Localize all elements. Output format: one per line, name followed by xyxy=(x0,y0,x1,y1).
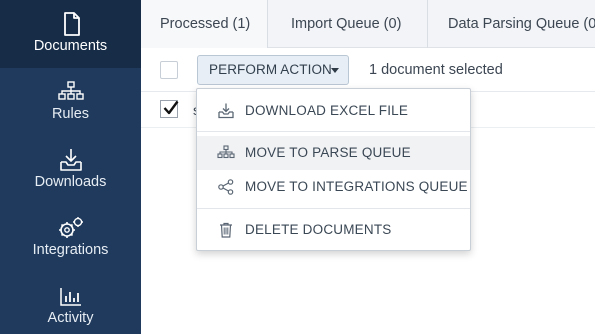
document-icon xyxy=(55,10,87,38)
share-icon xyxy=(217,178,235,196)
menu-divider xyxy=(197,208,470,209)
select-all-checkbox[interactable] xyxy=(160,61,178,79)
menu-item-label: MOVE TO PARSE QUEUE xyxy=(245,145,411,160)
sidebar-item-label: Integrations xyxy=(32,242,109,258)
tab-label: Processed (1) xyxy=(160,16,251,32)
tab-label: Data Parsing Queue (0 xyxy=(448,16,595,32)
download-icon xyxy=(217,102,235,120)
selection-count: 1 document selected xyxy=(369,62,503,78)
tab-import-queue[interactable]: Import Queue (0) xyxy=(268,0,427,48)
menu-item-download-excel[interactable]: DOWNLOAD EXCEL FILE xyxy=(197,94,470,128)
sidebar-item-label: Rules xyxy=(51,106,90,122)
menu-item-move-to-integrations-queue[interactable]: MOVE TO INTEGRATIONS QUEUE xyxy=(197,170,470,204)
perform-action-label: PERFORM ACTION xyxy=(209,62,332,77)
check-icon xyxy=(163,100,179,115)
tab-data-parsing-queue[interactable]: Data Parsing Queue (0 xyxy=(428,0,595,48)
gears-icon xyxy=(55,214,87,242)
menu-item-label: DELETE DOCUMENTS xyxy=(245,222,392,237)
sidebar: Documents Rules Downloads Integrations A… xyxy=(0,0,141,334)
download-tray-icon xyxy=(55,146,87,174)
hierarchy-icon xyxy=(217,144,235,162)
sidebar-item-activity[interactable]: Activity xyxy=(0,272,141,334)
tab-processed[interactable]: Processed (1) xyxy=(141,0,267,48)
tab-bar: Processed (1) Import Queue (0) Data Pars… xyxy=(141,0,595,48)
caret-down-icon xyxy=(331,68,339,73)
bar-chart-icon xyxy=(55,282,87,310)
sidebar-item-rules[interactable]: Rules xyxy=(0,68,141,136)
tab-label: Import Queue (0) xyxy=(291,16,402,32)
sidebar-item-label: Documents xyxy=(33,38,108,54)
menu-item-label: DOWNLOAD EXCEL FILE xyxy=(245,103,409,118)
trash-icon xyxy=(217,221,235,239)
sidebar-item-downloads[interactable]: Downloads xyxy=(0,136,141,204)
menu-item-label: MOVE TO INTEGRATIONS QUEUE xyxy=(245,179,468,194)
main-content: Processed (1) Import Queue (0) Data Pars… xyxy=(141,0,595,334)
action-toolbar: PERFORM ACTION 1 document selected xyxy=(141,48,595,92)
row-checkbox[interactable] xyxy=(160,100,179,118)
sidebar-item-label: Downloads xyxy=(34,174,107,190)
perform-action-menu: DOWNLOAD EXCEL FILE MOVE TO PARSE QUEUE xyxy=(196,88,471,251)
menu-item-move-to-parse-queue[interactable]: MOVE TO PARSE QUEUE xyxy=(197,136,470,170)
sidebar-item-documents[interactable]: Documents xyxy=(0,0,141,68)
perform-action-button[interactable]: PERFORM ACTION xyxy=(197,55,349,85)
hierarchy-icon xyxy=(55,78,87,106)
menu-item-delete-documents[interactable]: DELETE DOCUMENTS xyxy=(197,213,470,247)
sidebar-item-label: Activity xyxy=(47,310,94,326)
menu-divider xyxy=(197,131,470,132)
sidebar-item-integrations[interactable]: Integrations xyxy=(0,204,141,272)
